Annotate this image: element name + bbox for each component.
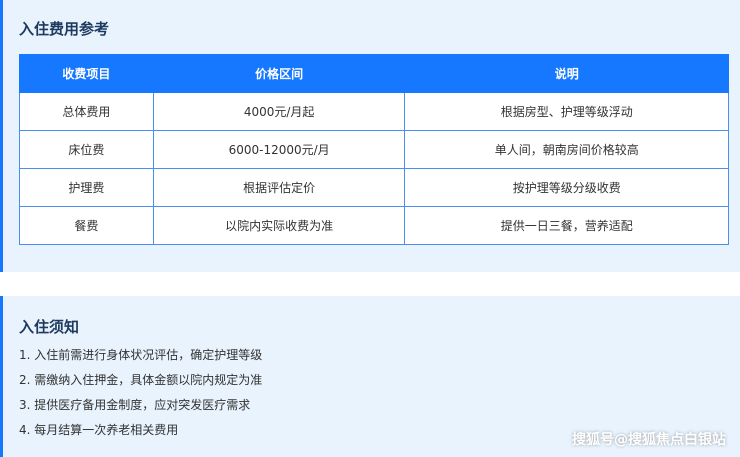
table-cell: 单人间，朝南房间价格较高 <box>404 130 729 169</box>
watermark: 搜狐号@搜狐焦点白银站 <box>572 432 726 448</box>
table-cell: 床位费 <box>19 130 154 169</box>
table-row: 餐费 以院内实际收费为准 提供一日三餐，营养适配 <box>19 206 729 245</box>
list-item: 1. 入住前需进行身体状况评估，确定护理等级 <box>19 348 263 362</box>
column-header-item: 收费项目 <box>19 54 154 93</box>
notice-list: 1. 入住前需进行身体状况评估，确定护理等级 2. 需缴纳入住押金，具体金额以院… <box>19 346 262 446</box>
fee-table: 收费项目 价格区间 说明 总体费用 4000元/月起 根据房型、护理等级浮动 床… <box>19 54 729 245</box>
notice-section-title: 入住须知 <box>19 318 80 336</box>
table-row: 护理费 根据评估定价 按护理等级分级收费 <box>19 168 729 207</box>
column-header-notes: 说明 <box>404 54 729 93</box>
table-cell: 总体费用 <box>19 92 154 131</box>
table-cell: 提供一日三餐，营养适配 <box>404 206 729 245</box>
table-cell: 4000元/月起 <box>152 92 406 131</box>
table-cell: 根据房型、护理等级浮动 <box>404 92 729 131</box>
column-header-price: 价格区间 <box>152 54 406 93</box>
table-row: 总体费用 4000元/月起 根据房型、护理等级浮动 <box>19 92 729 131</box>
list-item: 2. 需缴纳入住押金，具体金额以院内规定为准 <box>19 373 263 387</box>
list-item: 4. 每月结算一次养老相关费用 <box>19 423 179 437</box>
table-cell: 护理费 <box>19 168 154 207</box>
table-header-row: 收费项目 价格区间 说明 <box>19 54 729 93</box>
table-cell: 根据评估定价 <box>152 168 406 207</box>
fee-reference-section: 入住费用参考 收费项目 价格区间 说明 总体费用 4000元/月起 根据房型、护… <box>0 0 740 272</box>
table-cell: 餐费 <box>19 206 154 245</box>
table-cell: 按护理等级分级收费 <box>404 168 729 207</box>
table-row: 床位费 6000-12000元/月 单人间，朝南房间价格较高 <box>19 130 729 169</box>
fee-section-title: 入住费用参考 <box>19 20 110 38</box>
table-cell: 以院内实际收费为准 <box>152 206 406 245</box>
list-item: 3. 提供医疗备用金制度，应对突发医疗需求 <box>19 398 251 412</box>
table-cell: 6000-12000元/月 <box>152 130 406 169</box>
